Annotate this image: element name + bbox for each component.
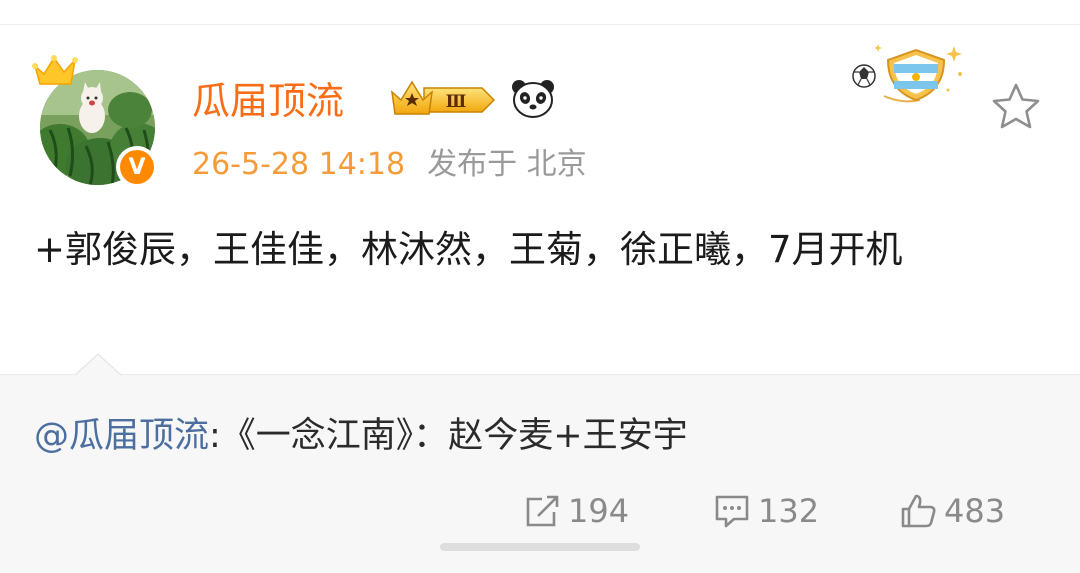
like-count: 483 bbox=[944, 492, 1006, 530]
crown-icon bbox=[30, 50, 80, 94]
avatar[interactable]: V bbox=[30, 50, 162, 190]
like-button[interactable]: 483 bbox=[898, 490, 1005, 532]
comment-button[interactable]: 132 bbox=[712, 490, 819, 532]
comment-count: 132 bbox=[758, 492, 820, 530]
star-icon bbox=[992, 83, 1040, 129]
verified-badge: V bbox=[116, 146, 158, 188]
favorite-button[interactable] bbox=[990, 82, 1042, 136]
comment-icon bbox=[715, 495, 749, 528]
quoted-body: :《一念江南》：赵今麦+王安宇 bbox=[209, 416, 688, 456]
post-source: 发布于 北京 bbox=[427, 147, 587, 182]
panda-icon[interactable] bbox=[510, 78, 556, 122]
repost-icon bbox=[526, 495, 559, 527]
crown-level-badge-icon[interactable]: Ⅲ bbox=[390, 78, 500, 122]
repost-count: 194 bbox=[568, 492, 630, 530]
quoted-mention[interactable]: @瓜届顶流 bbox=[34, 416, 209, 456]
post-time: 26-5-28 14:18 bbox=[192, 147, 406, 182]
post-content: +郭俊辰，王佳佳，林沐然，王菊，徐正曦，7月开机 bbox=[34, 228, 903, 271]
author-name[interactable]: 瓜届顶流 bbox=[192, 76, 344, 126]
repost-button[interactable]: 194 bbox=[522, 490, 629, 532]
argentina-medal-icon[interactable] bbox=[848, 38, 972, 114]
quoted-text: @瓜届顶流:《一念江南》：赵今麦+王安宇 bbox=[34, 410, 688, 462]
top-divider bbox=[0, 24, 1080, 25]
verified-mark: V bbox=[120, 150, 154, 184]
level-text: Ⅲ bbox=[446, 92, 467, 112]
quote-notch bbox=[74, 353, 122, 380]
post-meta: 26-5-28 14:18 发布于 北京 bbox=[192, 146, 587, 184]
home-indicator[interactable] bbox=[440, 543, 640, 551]
like-icon bbox=[901, 494, 936, 528]
